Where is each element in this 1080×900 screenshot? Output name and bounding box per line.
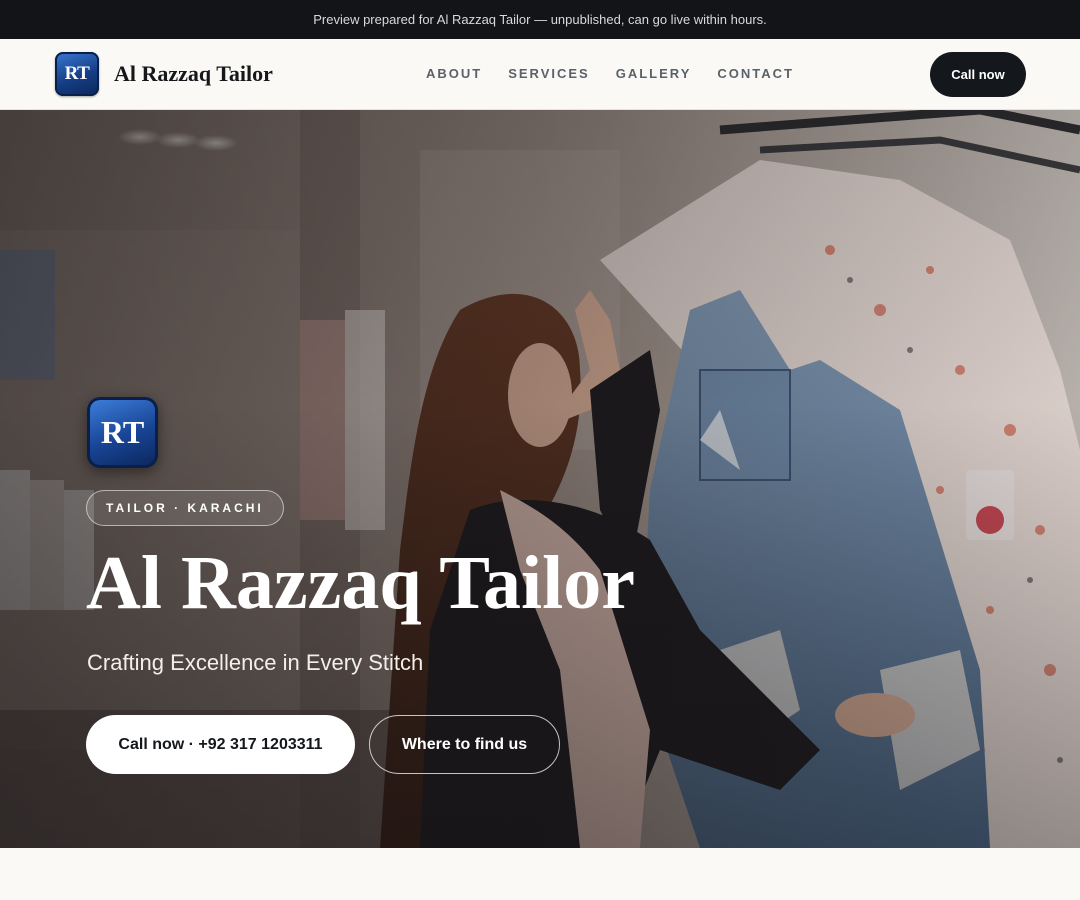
site-header: RT Al Razzaq Tailor ABOUT SERVICES GALLE…: [0, 39, 1080, 110]
nav-contact[interactable]: CONTACT: [717, 66, 794, 81]
nav-services[interactable]: SERVICES: [508, 66, 590, 81]
hero-title: Al Razzaq Tailor: [86, 541, 635, 625]
hero-tag: TAILOR · KARACHI: [86, 490, 284, 526]
preview-banner: Preview prepared for Al Razzaq Tailor — …: [0, 0, 1080, 39]
find-us-button[interactable]: Where to find us: [369, 715, 560, 774]
logo-monogram: RT: [64, 63, 90, 84]
preview-banner-text: Preview prepared for Al Razzaq Tailor — …: [313, 12, 767, 27]
call-phone-button[interactable]: Call now · +92 317 1203311: [86, 715, 355, 774]
hero-subtitle: Crafting Excellence in Every Stitch: [87, 650, 424, 675]
brand-name[interactable]: Al Razzaq Tailor: [114, 61, 273, 87]
main-nav: ABOUT SERVICES GALLERY CONTACT: [426, 66, 794, 81]
call-now-button[interactable]: Call now: [930, 52, 1026, 97]
rt-monogram-icon: RT: [87, 397, 158, 468]
hero-section: RT TAILOR · KARACHI Al Razzaq Tailor Cra…: [0, 110, 1080, 848]
nav-gallery[interactable]: GALLERY: [616, 66, 692, 81]
nav-about[interactable]: ABOUT: [426, 66, 482, 81]
hero-badge-monogram: RT: [100, 414, 145, 450]
rt-monogram-icon[interactable]: RT: [55, 52, 99, 96]
